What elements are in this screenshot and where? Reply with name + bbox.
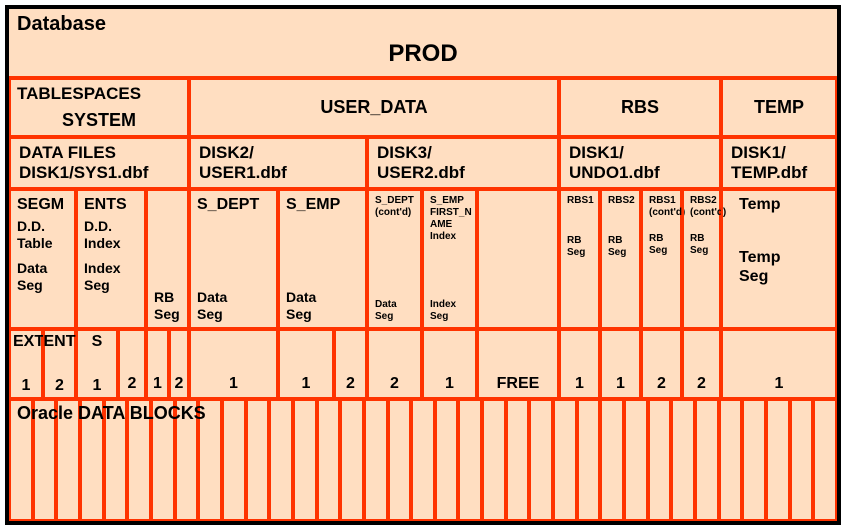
segment-5: S_DEPT(cont'd) DataSeg — [367, 189, 422, 329]
datablocks-row: Oracle DATA BLOCKS — [9, 399, 837, 521]
database-name: PROD — [17, 40, 829, 68]
database-label: Database — [17, 13, 829, 36]
data-block — [766, 399, 790, 521]
data-block — [506, 399, 530, 521]
extent-13: 1 — [600, 329, 641, 399]
extent-5: 2 — [169, 329, 189, 399]
data-block — [482, 399, 506, 521]
segment-1: ENTS D.D.Index IndexSeg — [76, 189, 146, 329]
segment-4: S_EMP DataSeg — [278, 189, 367, 329]
data-block — [648, 399, 672, 521]
data-block — [813, 399, 837, 521]
extents-label-part: EXT — [13, 333, 44, 351]
extent-16: 1 — [721, 329, 837, 399]
extent-8: 2 — [334, 329, 367, 399]
data-block — [577, 399, 601, 521]
extent-3: 2 — [118, 329, 146, 399]
datafiles-cell-0: DATA FILES DISK1/SYS1.dbf — [9, 137, 189, 189]
segment-2: RBSeg — [146, 189, 189, 329]
datafile-4: DISK1/ TEMP.dbf — [721, 137, 837, 189]
database-header: Database PROD — [9, 9, 837, 78]
data-block — [671, 399, 695, 521]
database-storage-diagram: Database PROD TABLESPACES SYSTEM USER_DA… — [5, 5, 841, 525]
data-block — [269, 399, 293, 521]
tablespaces-row: TABLESPACES SYSTEM USER_DATA RBS TEMP — [9, 78, 837, 137]
datafile-3: DISK1/ UNDO1.dbf — [559, 137, 721, 189]
extents-label-part3: S — [92, 333, 103, 351]
datafiles-row: DATA FILES DISK1/SYS1.dbf DISK2/ USER1.d… — [9, 137, 837, 189]
data-block — [388, 399, 412, 521]
segments-label-part2: ENTS — [84, 195, 138, 214]
data-block — [340, 399, 364, 521]
extent-11: FREE — [477, 329, 559, 399]
segment-0: SEGM D.D.Table DataSeg — [9, 189, 76, 329]
segments-label-part: SEGM — [17, 195, 68, 214]
datafile-0: DISK1/SYS1.dbf — [19, 163, 179, 183]
datafile-1: DISK2/ USER1.dbf — [189, 137, 367, 189]
datafiles-label: DATA FILES — [19, 143, 179, 163]
data-block — [246, 399, 270, 521]
data-block — [458, 399, 482, 521]
datablocks-label: Oracle DATA BLOCKS — [17, 403, 206, 424]
data-block — [293, 399, 317, 521]
extent-4: 1 — [146, 329, 169, 399]
tablespace-1: USER_DATA — [189, 78, 559, 137]
segment-empty — [477, 189, 559, 329]
extent-12: 1 — [559, 329, 600, 399]
data-block — [317, 399, 341, 521]
extents-row: EXT 1 ENT 2 S 1 2 1 2 1 1 2 2 1 FREE 1 1… — [9, 329, 837, 399]
segment-10: RBS2(cont'd) RBSeg — [682, 189, 721, 329]
extent-2: S 1 — [76, 329, 118, 399]
extents-label-part2: ENT — [44, 333, 76, 351]
extent-7: 1 — [278, 329, 334, 399]
segment-6: S_EMPFIRST_NAMEIndex IndexSeg — [422, 189, 477, 329]
data-block — [435, 399, 459, 521]
data-block — [624, 399, 648, 521]
data-block — [719, 399, 743, 521]
extent-1: ENT 2 — [43, 329, 76, 399]
segment-7: RBS1 RBSeg — [559, 189, 600, 329]
data-block — [600, 399, 624, 521]
extent-14: 2 — [641, 329, 682, 399]
extent-10: 1 — [422, 329, 477, 399]
data-block — [222, 399, 246, 521]
segment-3: S_DEPT DataSeg — [189, 189, 278, 329]
tablespace-3: TEMP — [721, 78, 837, 137]
data-block — [742, 399, 766, 521]
extent-0: EXT 1 — [9, 329, 43, 399]
data-block — [790, 399, 814, 521]
segment-8: RBS2 RBSeg — [600, 189, 641, 329]
extent-9: 2 — [367, 329, 422, 399]
data-block — [529, 399, 553, 521]
tablespace-0: SYSTEM — [62, 110, 136, 131]
data-block — [411, 399, 435, 521]
segment-11: Temp TempSeg — [721, 189, 837, 329]
extent-15: 2 — [682, 329, 721, 399]
data-block — [553, 399, 577, 521]
tablespaces-system-cell: TABLESPACES SYSTEM — [9, 78, 189, 137]
extent-6: 1 — [189, 329, 278, 399]
tablespace-2: RBS — [559, 78, 721, 137]
data-block — [695, 399, 719, 521]
segments-row: SEGM D.D.Table DataSeg ENTS D.D.Index In… — [9, 189, 837, 329]
tablespaces-label: TABLESPACES — [17, 84, 141, 104]
data-block — [364, 399, 388, 521]
segment-9: RBS1(cont'd) RBSeg — [641, 189, 682, 329]
datafile-2: DISK3/ USER2.dbf — [367, 137, 559, 189]
